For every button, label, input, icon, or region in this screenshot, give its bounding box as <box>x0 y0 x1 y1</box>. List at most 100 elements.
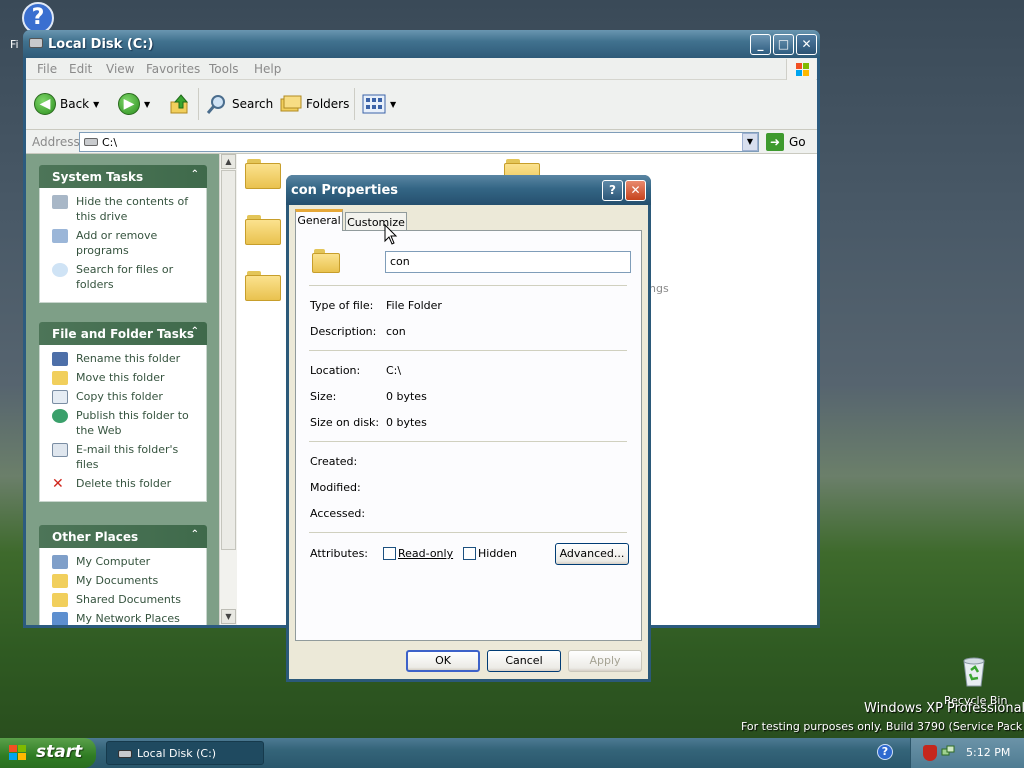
task-rename-folder[interactable]: Rename this folder <box>52 351 200 366</box>
help-tray-icon[interactable]: ? <box>877 744 893 760</box>
menu-favorites[interactable]: Favorites <box>146 62 200 76</box>
search-button[interactable]: Search <box>206 92 273 116</box>
menu-help[interactable]: Help <box>254 62 281 76</box>
tab-general[interactable]: General <box>295 209 343 231</box>
size-label: Size: <box>310 390 337 403</box>
hidden-label[interactable]: Hidden <box>478 547 517 560</box>
go-button[interactable]: ➜ Go <box>766 132 806 152</box>
task-delete-folder[interactable]: ✕ Delete this folder <box>52 476 200 491</box>
back-button[interactable]: ◀ Back ▼ <box>34 92 99 116</box>
explorer-title-bar[interactable]: Local Disk (C:) _ □ ✕ <box>23 30 820 58</box>
forward-button[interactable]: ▶ ▼ <box>118 92 150 116</box>
folder-icon[interactable] <box>245 215 281 245</box>
chevron-up-icon[interactable]: ⌃ <box>191 529 199 540</box>
start-button[interactable]: start <box>0 738 96 768</box>
taskbar-item-local-disk[interactable]: Local Disk (C:) <box>106 741 264 765</box>
menu-file[interactable]: File <box>37 62 57 76</box>
folders-button[interactable]: Folders <box>280 92 349 116</box>
dialog-close-button[interactable]: ✕ <box>625 180 646 201</box>
type-value: File Folder <box>386 299 442 312</box>
place-my-computer[interactable]: My Computer <box>52 554 200 569</box>
up-folder-button[interactable] <box>169 92 191 116</box>
chevron-down-icon[interactable]: ▼ <box>144 100 150 109</box>
task-email-files[interactable]: E-mail this folder's files <box>52 442 200 472</box>
apply-button[interactable]: Apply <box>568 650 642 672</box>
hidden-checkbox[interactable] <box>463 547 476 560</box>
folder-name-input[interactable]: con <box>385 251 631 273</box>
rename-icon <box>52 352 68 366</box>
network-tray-icon[interactable] <box>941 745 955 759</box>
task-copy-folder[interactable]: Copy this folder <box>52 389 200 404</box>
task-publish-web[interactable]: Publish this folder to the Web <box>52 408 200 438</box>
documents-folder-icon <box>52 574 68 588</box>
address-input[interactable]: C:\ <box>79 132 759 152</box>
ok-button[interactable]: OK <box>406 650 480 672</box>
dialog-help-button[interactable]: ? <box>602 180 623 201</box>
size-value: 0 bytes <box>386 390 427 403</box>
chevron-down-icon[interactable]: ▼ <box>93 100 99 109</box>
up-folder-icon <box>170 94 189 114</box>
desktop-icon-label: Fi <box>10 38 19 51</box>
other-places-header[interactable]: Other Places ⌃ <box>39 525 207 548</box>
go-label: Go <box>789 135 806 149</box>
security-shield-icon[interactable] <box>923 745 937 761</box>
menu-tools[interactable]: Tools <box>209 62 239 76</box>
address-label: Address <box>32 135 80 149</box>
task-move-folder[interactable]: Move this folder <box>52 370 200 385</box>
recycle-bin-icon[interactable] <box>957 654 991 688</box>
views-button[interactable]: ▼ <box>362 92 396 116</box>
scrollbar-thumb[interactable] <box>221 170 236 550</box>
maximize-button[interactable]: □ <box>773 34 794 55</box>
task-add-remove-programs[interactable]: Add or remove programs <box>52 228 200 258</box>
clock[interactable]: 5:12 PM <box>966 746 1010 759</box>
folder-icon[interactable] <box>245 271 281 301</box>
taskbar: start Local Disk (C:) ? 5:12 PM <box>0 738 1024 768</box>
attributes-label: Attributes: <box>310 547 369 560</box>
windows-logo-icon <box>9 745 27 761</box>
place-my-network-places[interactable]: My Network Places <box>52 611 200 625</box>
accessed-label: Accessed: <box>310 507 366 520</box>
size-on-disk-value: 0 bytes <box>386 416 427 429</box>
scroll-down-arrow-icon[interactable]: ▼ <box>221 609 236 624</box>
readonly-label[interactable]: Read-only <box>398 547 453 560</box>
chevron-down-icon[interactable]: ▼ <box>390 100 396 109</box>
place-shared-documents[interactable]: Shared Documents <box>52 592 200 607</box>
address-value: C:\ <box>102 136 118 149</box>
cancel-button[interactable]: Cancel <box>487 650 561 672</box>
folder-label-partial: ngs <box>649 282 669 295</box>
other-places-title: Other Places <box>52 530 139 544</box>
created-label: Created: <box>310 455 358 468</box>
folder-icon[interactable] <box>245 159 281 189</box>
task-pane: System Tasks ⌃ Hide the contents of this… <box>26 154 219 625</box>
programs-icon <box>52 229 68 243</box>
drive-icon <box>118 750 132 758</box>
explorer-title: Local Disk (C:) <box>48 37 154 52</box>
task-search-files[interactable]: Search for files or folders <box>52 262 200 292</box>
scroll-up-arrow-icon[interactable]: ▲ <box>221 154 236 169</box>
minimize-button[interactable]: _ <box>750 34 771 55</box>
toolbar-separator <box>198 88 199 120</box>
menu-edit[interactable]: Edit <box>69 62 92 76</box>
menu-view[interactable]: View <box>106 62 134 76</box>
dialog-title-bar[interactable]: con Properties ? ✕ <box>286 175 651 205</box>
os-watermark-build: For testing purposes only. Build 3790 (S… <box>741 720 1024 733</box>
chevron-up-icon[interactable]: ⌃ <box>191 169 199 180</box>
readonly-checkbox[interactable] <box>383 547 396 560</box>
chevron-up-icon[interactable]: ⌃ <box>191 326 199 337</box>
close-button[interactable]: ✕ <box>796 34 817 55</box>
shared-folder-icon <box>52 593 68 607</box>
drive-icon <box>29 38 43 48</box>
computer-icon <box>52 555 68 569</box>
address-dropdown-button[interactable]: ▼ <box>742 133 758 151</box>
back-label: Back <box>60 97 90 111</box>
hide-drive-icon <box>52 195 68 209</box>
advanced-button[interactable]: Advanced... <box>555 543 629 565</box>
back-arrow-icon: ◀ <box>34 93 56 115</box>
drive-icon <box>84 138 98 146</box>
task-pane-scrollbar[interactable]: ▲ ▼ <box>219 154 237 625</box>
search-icon <box>206 95 225 114</box>
task-hide-contents[interactable]: Hide the contents of this drive <box>52 194 200 224</box>
place-my-documents[interactable]: My Documents <box>52 573 200 588</box>
system-tasks-header[interactable]: System Tasks ⌃ <box>39 165 207 188</box>
file-folder-tasks-header[interactable]: File and Folder Tasks ⌃ <box>39 322 207 345</box>
